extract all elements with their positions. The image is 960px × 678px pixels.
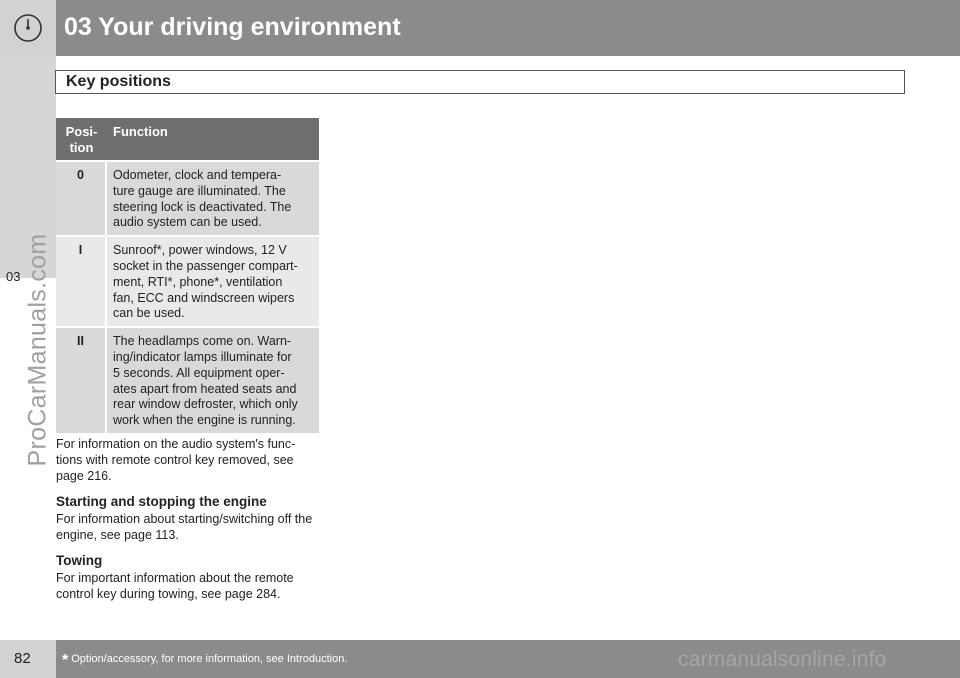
starting-heading: Starting and stopping the engine xyxy=(56,494,267,509)
header-position: Posi- tion xyxy=(56,118,107,160)
chapter-icon-box xyxy=(0,0,56,56)
footnote: * Option/accessory, for more information,… xyxy=(62,652,347,670)
table-header-row: Posi- tion Function xyxy=(56,118,319,160)
function-cell: Sunroof*, power windows, 12 V socket in … xyxy=(107,237,319,327)
towing-text: For important information about the remo… xyxy=(56,571,294,601)
side-watermark: ProCarManuals.com xyxy=(23,233,52,467)
function-cell: The headlamps come on. Warn- ing/indicat… xyxy=(107,328,319,433)
table-row: 0 Odometer, clock and tempera- ture gaug… xyxy=(56,162,319,236)
position-cell: 0 xyxy=(56,162,107,236)
page-number-box: 82 xyxy=(0,640,56,678)
function-cell: Odometer, clock and tempera- ture gauge … xyxy=(107,162,319,236)
footnote-star: * xyxy=(62,652,69,669)
header-function: Function xyxy=(107,118,319,160)
chapter-tab-label: 03 xyxy=(6,269,21,284)
towing-heading: Towing xyxy=(56,553,103,568)
section-title: Key positions xyxy=(66,73,171,90)
footnote-text: Option/accessory, for more information, … xyxy=(71,653,348,665)
page-footer: 82 * Option/accessory, for more informati… xyxy=(0,640,960,678)
footer-watermark: carmanualsonline.info xyxy=(678,648,887,671)
audio-note: For information on the audio system's fu… xyxy=(56,437,296,483)
table-row: II The headlamps come on. Warn- ing/indi… xyxy=(56,328,319,433)
section-title-box: Key positions xyxy=(55,70,905,94)
position-cell: I xyxy=(56,237,107,327)
chapter-title: 03 Your driving environment xyxy=(64,13,401,41)
key-positions-table: Posi- tion Function 0 Odometer, clock an… xyxy=(56,116,319,435)
position-cell: II xyxy=(56,328,107,433)
gauge-icon xyxy=(14,14,42,42)
page-number: 82 xyxy=(14,650,31,667)
starting-text: For information about starting/switching… xyxy=(56,512,313,542)
table-row: I Sunroof*, power windows, 12 V socket i… xyxy=(56,237,319,327)
chapter-header: 03 Your driving environment xyxy=(0,0,960,56)
